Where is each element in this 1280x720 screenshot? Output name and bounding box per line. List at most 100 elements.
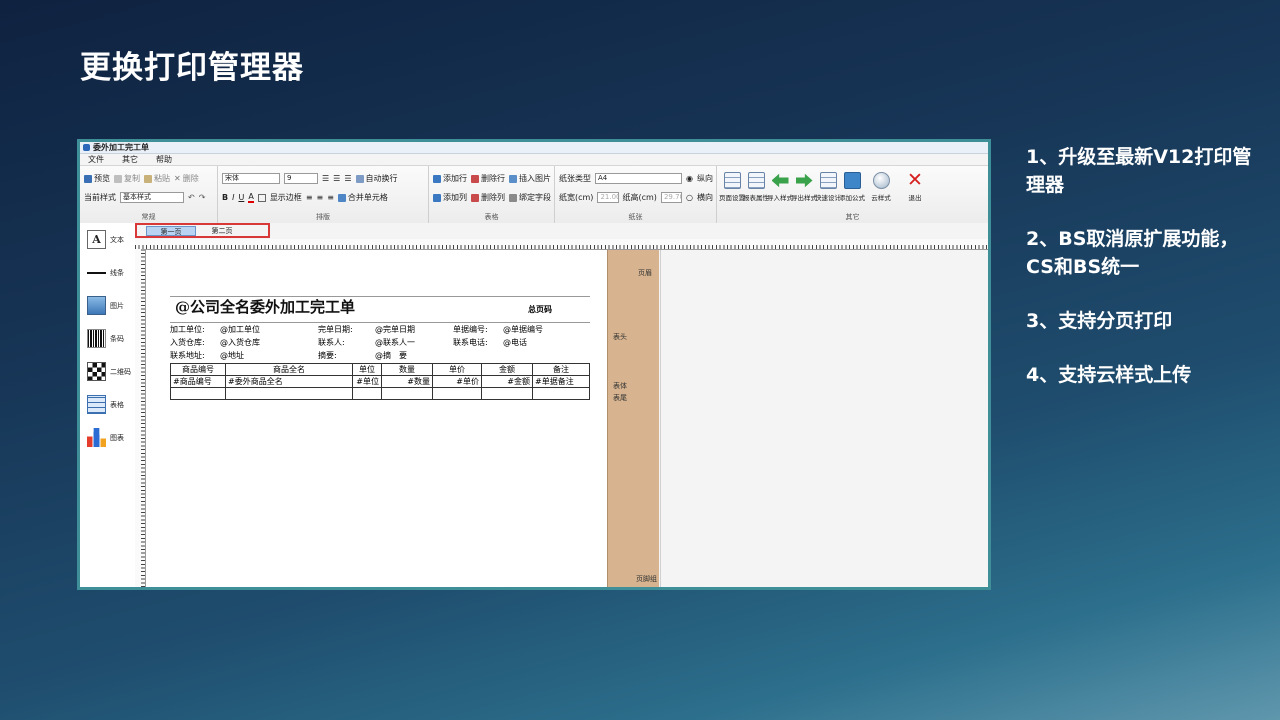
feature-note: 2、BS取消原扩展功能，CS和BS统一 <box>1026 228 1239 278</box>
import-style-button[interactable]: 导入样式 <box>767 172 793 202</box>
field-value[interactable]: @加工单位 <box>220 324 260 335</box>
paper-width-input[interactable]: 21.00 <box>597 192 619 203</box>
table-cell[interactable] <box>532 387 590 400</box>
align-middle-icon[interactable]: ☰ <box>333 174 340 183</box>
show-border-checkbox[interactable] <box>257 193 266 202</box>
landscape-radio[interactable]: ○ <box>686 193 693 202</box>
delete-row-button[interactable]: 删除行 <box>471 173 505 184</box>
preview-button[interactable]: 预览 <box>84 173 110 184</box>
tool-qrcode[interactable]: 二维码 <box>80 355 135 388</box>
align-left-icon[interactable]: ≡ <box>306 193 313 202</box>
table-cell[interactable]: #单据备注 <box>532 375 590 388</box>
font-select[interactable]: 宋体 <box>222 173 280 184</box>
bold-button[interactable]: B <box>222 193 228 202</box>
field-value[interactable]: @地址 <box>220 350 244 361</box>
undo-icon[interactable]: ↶ <box>188 193 195 202</box>
copy-button[interactable]: 复制 <box>114 173 140 184</box>
field-value[interactable]: @单据编号 <box>503 324 543 335</box>
add-formula-button[interactable]: 添加公式 <box>839 172 865 202</box>
add-row-button[interactable]: 添加行 <box>433 173 467 184</box>
auto-wrap-button[interactable]: 自动换行 <box>355 173 398 184</box>
export-style-button[interactable]: 导出样式 <box>791 172 817 202</box>
align-bottom-icon[interactable]: ☰ <box>344 174 351 183</box>
tool-line[interactable]: 线条 <box>80 256 135 289</box>
table-header-cell[interactable]: 单位 <box>352 363 382 376</box>
table-cell[interactable] <box>225 387 353 400</box>
table-header-cell[interactable]: 商品全名 <box>225 363 353 376</box>
delete-button[interactable]: ✕ 删除 <box>174 173 199 184</box>
paper-type-select[interactable]: A4 <box>595 173 683 184</box>
menu-file[interactable]: 文件 <box>88 154 104 165</box>
delete-column-button[interactable]: 删除列 <box>471 192 505 203</box>
ribbon-group-other: 页面设置 报表属性 导入样式 导出样式 快速设计 添加公式 云样式 ✕ 退出 其它 <box>717 166 988 223</box>
tool-barcode[interactable]: 条码 <box>80 322 135 355</box>
table-cell[interactable]: #金额 <box>481 375 533 388</box>
page-tabs: 第一页 第二页 <box>135 223 988 239</box>
table-header-cell[interactable]: 数量 <box>381 363 433 376</box>
field-value[interactable]: @摘 要 <box>375 350 407 361</box>
field-label[interactable]: 联系电话: <box>453 337 488 348</box>
tool-table[interactable]: 表格 <box>80 388 135 421</box>
underline-button[interactable]: U <box>238 193 244 202</box>
menu-other[interactable]: 其它 <box>122 154 138 165</box>
align-center-icon[interactable]: ≡ <box>317 193 324 202</box>
table-cell[interactable]: #商品编号 <box>170 375 226 388</box>
tool-chart[interactable]: 图表 <box>80 421 135 454</box>
table-cell[interactable] <box>352 387 382 400</box>
report-detail-table[interactable]: 商品编号 商品全名 单位 数量 单价 金额 备注 #商品编号 #委外商品全名 #… <box>170 363 590 400</box>
field-label[interactable]: 入货仓库: <box>170 337 205 348</box>
field-label[interactable]: 摘要: <box>318 350 337 361</box>
tool-text[interactable]: A 文本 <box>80 223 135 256</box>
paste-button[interactable]: 粘贴 <box>144 173 170 184</box>
redo-icon[interactable]: ↷ <box>199 193 206 202</box>
quick-design-button[interactable]: 快速设计 <box>815 172 841 202</box>
merge-cells-button[interactable]: 合并单元格 <box>337 192 388 203</box>
style-select[interactable]: 基本样式 <box>120 192 184 203</box>
field-value[interactable]: @入货仓库 <box>220 337 260 348</box>
field-label[interactable]: 完单日期: <box>318 324 353 335</box>
field-label[interactable]: 单据编号: <box>453 324 488 335</box>
cloud-style-button[interactable]: 云样式 <box>865 172 897 202</box>
tool-image[interactable]: 图片 <box>80 289 135 322</box>
report-properties-button[interactable]: 报表属性 <box>743 172 769 202</box>
field-label[interactable]: 联系人: <box>318 337 345 348</box>
exit-button[interactable]: ✕ 退出 <box>899 171 931 203</box>
table-cell[interactable]: #委外商品全名 <box>225 375 353 388</box>
field-value[interactable]: @完单日期 <box>375 324 415 335</box>
table-cell[interactable] <box>381 387 433 400</box>
table-cell[interactable] <box>170 387 226 400</box>
tab-page-1[interactable]: 第一页 <box>146 226 196 236</box>
add-column-button[interactable]: 添加列 <box>433 192 467 203</box>
table-cell[interactable] <box>432 387 482 400</box>
italic-button[interactable]: I <box>232 193 234 202</box>
paper-height-label: 纸高(cm) <box>622 193 657 202</box>
table-cell[interactable]: #单价 <box>432 375 482 388</box>
band-right-column: 页眉 页脚组 <box>634 250 659 587</box>
table-cell[interactable]: #单位 <box>352 375 382 388</box>
report-title[interactable]: @公司全名委外加工完工单 <box>175 296 355 317</box>
bind-field-button[interactable]: 绑定字段 <box>509 192 551 203</box>
align-right-icon[interactable]: ≡ <box>327 193 334 202</box>
field-value[interactable]: @电话 <box>503 337 527 348</box>
table-cell[interactable]: #数量 <box>381 375 433 388</box>
report-page-total[interactable]: 总页码 <box>528 304 552 315</box>
font-color-button[interactable]: A <box>248 192 254 203</box>
field-label[interactable]: 联系地址: <box>170 350 205 361</box>
portrait-radio[interactable]: ◉ <box>686 174 693 183</box>
table-cell[interactable] <box>481 387 533 400</box>
table-header-cell[interactable]: 单价 <box>432 363 482 376</box>
menu-help[interactable]: 帮助 <box>156 154 172 165</box>
font-size-select[interactable]: 9 <box>284 173 318 184</box>
field-value[interactable]: @联系人一 <box>375 337 415 348</box>
tab-page-2[interactable]: 第二页 <box>197 226 247 236</box>
field-label[interactable]: 加工单位: <box>170 324 205 335</box>
table-header-cell[interactable]: 备注 <box>532 363 590 376</box>
table-header-cell[interactable]: 商品编号 <box>170 363 226 376</box>
ribbon-group-layout: 宋体 9 ☰ ☰ ☰ 自动换行 B I U A 显示边框 ≡ ≡ ≡ 合并单元格… <box>218 166 429 223</box>
properties-pane <box>660 250 988 587</box>
insert-image-button[interactable]: 插入图片 <box>509 173 551 184</box>
align-top-icon[interactable]: ☰ <box>322 174 329 183</box>
paper-height-input[interactable]: 29.70 <box>660 192 682 203</box>
table-header-cell[interactable]: 金额 <box>481 363 533 376</box>
page-setup-button[interactable]: 页面设置 <box>719 172 745 202</box>
